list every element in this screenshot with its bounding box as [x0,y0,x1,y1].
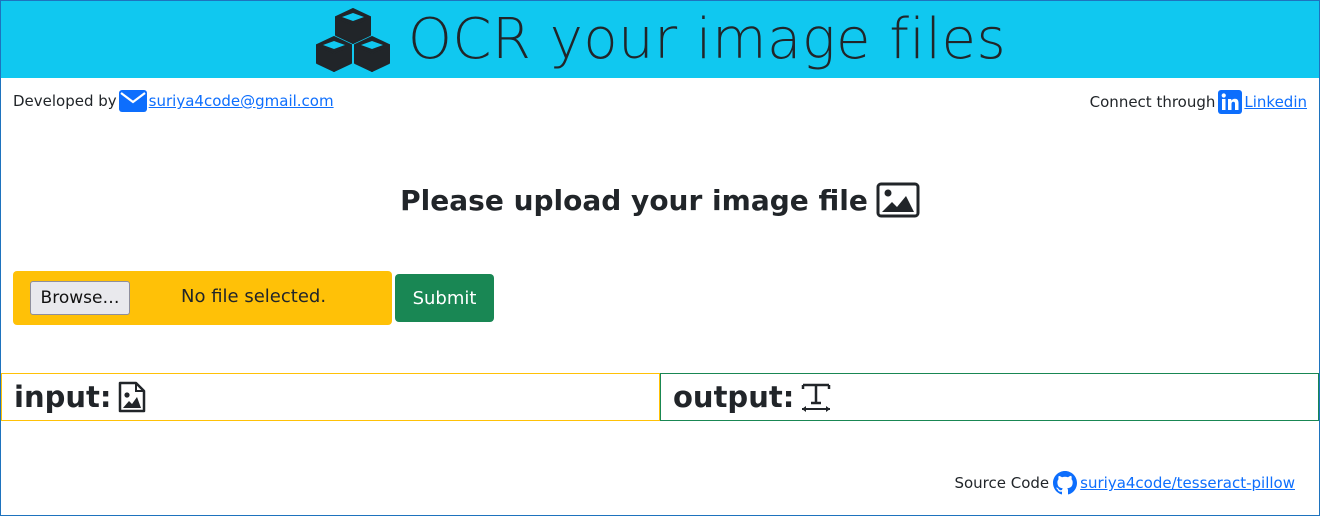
output-panel: output: [660,373,1319,421]
upload-heading-text: Please upload your image file [400,183,868,217]
repo-link[interactable]: suriya4code/tesseract-pillow [1080,474,1295,492]
github-icon [1053,471,1078,495]
file-image-icon [119,381,146,413]
browse-button[interactable]: Browse… [30,281,130,315]
page-title: OCR your image files [407,7,1007,72]
connect-label: Connect through [1089,93,1216,111]
source-code-label: Source Code [954,474,1050,492]
text-icon [802,383,831,412]
input-panel: input: [1,373,660,421]
connect-line: Connect through Linkedin [1090,90,1307,114]
input-label: input: [14,380,112,414]
file-input-zone[interactable]: Browse… No file selected. [13,271,392,325]
developer-label: Developed by [13,92,117,110]
file-status-text: No file selected. [181,286,327,307]
cubes-icon [315,7,390,72]
upload-heading: Please upload your image file [0,182,1320,218]
header-banner: OCR your image files [1,1,1319,78]
linkedin-icon [1218,90,1243,114]
image-icon [876,182,920,218]
envelope-icon [118,90,147,112]
developer-email-link[interactable]: suriya4code@gmail.com [149,92,334,110]
submit-button[interactable]: Submit [395,274,494,322]
source-code-line: Source Code suriya4code/tesseract-pillow [954,471,1295,495]
developer-line: Developed by suriya4code@gmail.com [13,90,334,112]
linkedin-link[interactable]: Linkedin [1244,93,1307,111]
output-label: output: [673,380,795,414]
